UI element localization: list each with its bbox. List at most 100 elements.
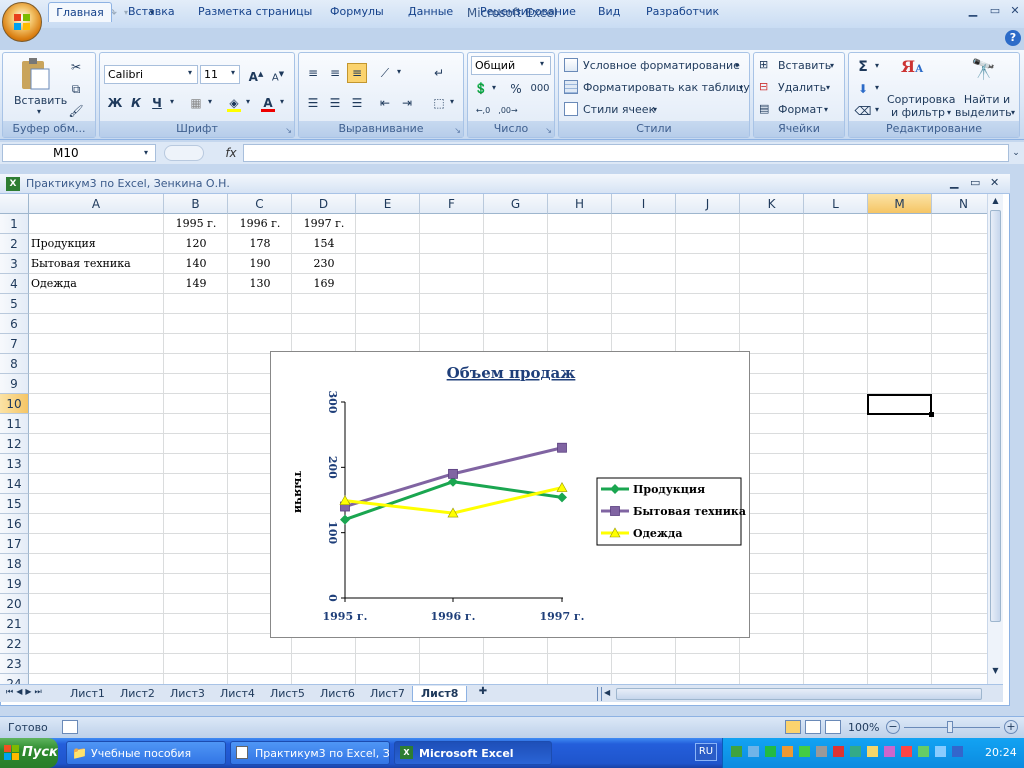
- autosum-dropdown-icon[interactable]: ▾: [875, 61, 879, 70]
- page-layout-view-icon[interactable]: [805, 720, 821, 734]
- macro-record-icon[interactable]: [62, 720, 78, 734]
- paste-icon[interactable]: [19, 57, 51, 91]
- row-header-9[interactable]: 9: [0, 374, 29, 394]
- tray-icon-10[interactable]: [884, 746, 895, 757]
- row-header-1[interactable]: 1: [0, 214, 29, 234]
- row-header-14[interactable]: 14: [0, 474, 29, 494]
- insert-cells-dropdown-icon[interactable]: ▾: [830, 61, 834, 70]
- cell-d2[interactable]: 154: [294, 234, 354, 254]
- formula-input[interactable]: [243, 144, 1009, 162]
- row-header-7[interactable]: 7: [0, 334, 29, 354]
- cell-a2[interactable]: Продукция: [31, 234, 162, 254]
- cell-d4[interactable]: 169: [294, 274, 354, 294]
- delete-cells-dropdown-icon[interactable]: ▾: [826, 83, 830, 92]
- percent-button[interactable]: %: [506, 79, 526, 99]
- row-header-10[interactable]: 10: [0, 394, 29, 414]
- find-select-icon[interactable]: 🔭: [971, 57, 1001, 87]
- tray-icon-7[interactable]: [833, 746, 844, 757]
- tab-page-layout[interactable]: Разметка страницы: [188, 2, 322, 22]
- row-header-21[interactable]: 21: [0, 614, 29, 634]
- font-dialog-launcher-icon[interactable]: ↘: [285, 126, 292, 135]
- cell-c1[interactable]: 1996 г.: [230, 214, 290, 234]
- cell-a4[interactable]: Одежда: [31, 274, 162, 294]
- close-icon[interactable]: ✕: [1006, 4, 1024, 18]
- zoom-in-icon[interactable]: +: [1004, 720, 1018, 734]
- cell-c4[interactable]: 130: [230, 274, 290, 294]
- restore-icon[interactable]: ▭: [986, 4, 1004, 18]
- cell-styles-button[interactable]: Стили ячеек: [583, 103, 655, 116]
- cell-a3[interactable]: Бытовая техника: [31, 254, 162, 274]
- align-bottom-icon[interactable]: ≡: [347, 63, 367, 83]
- cell-b1[interactable]: 1995 г.: [166, 214, 226, 234]
- insert-sheet-icon[interactable]: ✚: [474, 686, 492, 700]
- row-header-15[interactable]: 15: [0, 494, 29, 514]
- tray-icon-11[interactable]: [901, 746, 912, 757]
- align-center-icon[interactable]: ☰: [325, 93, 345, 113]
- workbook-close-icon[interactable]: ✕: [990, 176, 999, 189]
- horizontal-scroll-thumb[interactable]: [616, 688, 982, 700]
- cell-b2[interactable]: 120: [166, 234, 226, 254]
- sheet-tab-7[interactable]: Лист7: [362, 686, 413, 702]
- cell-b4[interactable]: 149: [166, 274, 226, 294]
- font-family-combo[interactable]: Calibri: [104, 65, 198, 84]
- number-dialog-launcher-icon[interactable]: ↘: [545, 126, 552, 135]
- tray-icon-4[interactable]: [782, 746, 793, 757]
- fill-color-dropdown-icon[interactable]: ▾: [246, 97, 250, 106]
- fill-dropdown-icon[interactable]: ▾: [875, 83, 879, 92]
- page-break-view-icon[interactable]: [825, 720, 841, 734]
- row-header-16[interactable]: 16: [0, 514, 29, 534]
- sort-filter-label-2[interactable]: и фильтр: [887, 106, 949, 119]
- taskbar-doc-task[interactable]: Практикум3 по Excel, З...: [230, 741, 390, 765]
- column-header-i[interactable]: I: [612, 194, 676, 214]
- merge-dropdown-icon[interactable]: ▾: [450, 97, 454, 106]
- scroll-up-icon[interactable]: ▲: [989, 194, 1002, 208]
- orientation-icon[interactable]: ⟋: [375, 63, 395, 83]
- help-icon[interactable]: ?: [1005, 30, 1021, 46]
- tray-icon-9[interactable]: [867, 746, 878, 757]
- column-header-k[interactable]: K: [740, 194, 804, 214]
- shrink-font-icon[interactable]: A▼: [268, 64, 288, 84]
- sort-filter-dropdown-icon[interactable]: ▾: [947, 108, 951, 117]
- sheet-nav-arrows-icon[interactable]: ⏮◀▶⏭: [6, 687, 45, 697]
- sheet-tab-3[interactable]: Лист3: [162, 686, 213, 702]
- row-header-12[interactable]: 12: [0, 434, 29, 454]
- grow-font-icon[interactable]: A▲: [246, 64, 266, 84]
- column-header-f[interactable]: F: [420, 194, 484, 214]
- tab-split-handle[interactable]: [597, 687, 602, 701]
- paste-dropdown-icon[interactable]: ▾: [37, 107, 41, 116]
- zoom-level[interactable]: 100%: [848, 721, 879, 734]
- align-right-icon[interactable]: ☰: [347, 93, 367, 113]
- format-cells-button[interactable]: Формат: [778, 103, 823, 116]
- sheet-tab-8[interactable]: Лист8: [412, 686, 468, 702]
- tray-icon-2[interactable]: [748, 746, 759, 757]
- normal-view-icon[interactable]: [785, 720, 801, 734]
- find-select-label-2[interactable]: выделить: [955, 106, 1012, 119]
- bluetooth-icon[interactable]: [952, 746, 963, 757]
- fill-color-icon[interactable]: ◈: [224, 93, 244, 113]
- vertical-scroll-thumb[interactable]: [990, 210, 1001, 622]
- workbook-restore-icon[interactable]: ▭: [970, 176, 980, 189]
- select-all-corner[interactable]: [0, 194, 29, 214]
- taskbar-folder-task[interactable]: Учебные пособия: [66, 741, 226, 765]
- column-header-a[interactable]: A: [29, 194, 164, 214]
- column-header-e[interactable]: E: [356, 194, 420, 214]
- cell-c3[interactable]: 190: [230, 254, 290, 274]
- scroll-down-icon[interactable]: ▼: [989, 664, 1002, 678]
- increase-indent-icon[interactable]: ⇥: [397, 93, 417, 113]
- sort-filter-icon[interactable]: ЯА: [901, 57, 933, 87]
- sheet-tab-2[interactable]: Лист2: [112, 686, 163, 702]
- tab-view[interactable]: Вид: [588, 2, 630, 22]
- column-header-g[interactable]: G: [484, 194, 548, 214]
- format-as-table-button[interactable]: Форматировать как таблицу: [583, 81, 750, 94]
- sort-filter-label-1[interactable]: Сортировка: [887, 93, 956, 106]
- sheet-tab-1[interactable]: Лист1: [62, 686, 113, 702]
- font-size-dropdown-icon[interactable]: ▾: [231, 68, 235, 77]
- cut-icon[interactable]: ✂: [66, 57, 86, 77]
- conditional-formatting-button[interactable]: Условное форматирование: [583, 59, 740, 72]
- tray-icon-5[interactable]: [799, 746, 810, 757]
- row-header-20[interactable]: 20: [0, 594, 29, 614]
- name-box-dropdown-icon[interactable]: ▾: [144, 148, 148, 157]
- tab-developer[interactable]: Разработчик: [636, 2, 729, 22]
- taskbar-excel-task[interactable]: Microsoft Excel: [394, 741, 552, 765]
- bold-button[interactable]: Ж: [105, 93, 125, 113]
